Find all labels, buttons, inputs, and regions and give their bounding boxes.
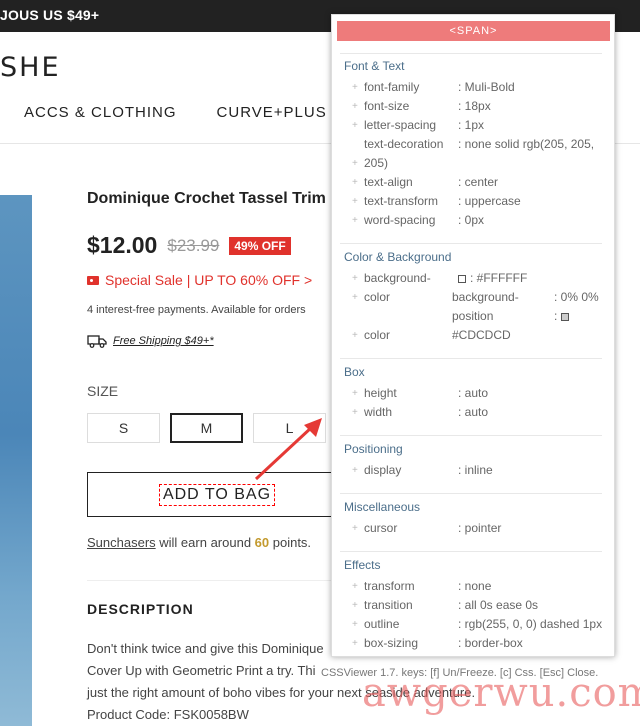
cssviewer-row: + word-spacing: 0px bbox=[352, 213, 485, 227]
cssviewer-divider bbox=[340, 551, 602, 552]
points-text-after: points. bbox=[269, 535, 312, 550]
cssviewer-divider bbox=[340, 358, 602, 359]
cssviewer-row: + font-family: Muli-Bold bbox=[352, 80, 515, 94]
main-nav: ACCS & CLOTHING CURVE+PLUS bbox=[24, 104, 327, 121]
cssviewer-header: <SPAN> bbox=[337, 21, 610, 41]
points-info: Sunchasers will earn around 60 points. bbox=[87, 535, 311, 550]
cssviewer-section-title: Box bbox=[344, 365, 365, 379]
product-image[interactable] bbox=[0, 195, 32, 726]
cssviewer-section-title: Effects bbox=[344, 558, 381, 572]
cssviewer-row: + width: auto bbox=[352, 405, 489, 419]
price-row: $12.00 $23.99 49% OFF bbox=[87, 232, 291, 259]
sunchasers-link[interactable]: Sunchasers bbox=[87, 535, 156, 550]
section-divider bbox=[87, 580, 347, 581]
nav-item-accs-clothing[interactable]: ACCS & CLOTHING bbox=[24, 104, 177, 121]
watermark: awgerwu.com bbox=[362, 670, 640, 716]
free-shipping-text: Free Shipping $49+* bbox=[113, 335, 214, 347]
free-shipping-link[interactable]: Free Shipping $49+* bbox=[87, 334, 214, 348]
color-swatch-gray bbox=[560, 312, 569, 321]
price-original: $23.99 bbox=[167, 235, 220, 255]
cssviewer-row: + color #CDCDCD bbox=[352, 328, 511, 342]
points-value: 60 bbox=[254, 535, 270, 550]
cssviewer-row: + transform: none bbox=[352, 579, 492, 593]
cssviewer-section-misc: Miscellaneous + cursor: pointer bbox=[344, 500, 604, 538]
cssviewer-row: + transition: all 0s ease 0s bbox=[352, 598, 539, 612]
cssviewer-divider bbox=[340, 53, 602, 54]
cssviewer-section-title: Positioning bbox=[344, 442, 403, 456]
price-current: $12.00 bbox=[87, 232, 158, 258]
cssviewer-row: + letter-spacing: 1px bbox=[352, 118, 485, 132]
special-sale-link[interactable]: Special Sale | UP TO 60% OFF > bbox=[87, 272, 312, 288]
cssviewer-divider bbox=[340, 435, 602, 436]
cssviewer-section-title: Miscellaneous bbox=[344, 500, 421, 514]
tag-icon bbox=[87, 275, 99, 285]
cssviewer-row: + height: auto bbox=[352, 386, 489, 400]
cssviewer-section-color: Color & Background + background-: #FFFFFF… bbox=[344, 250, 604, 345]
cssviewer-section-effects: Effects + transform: none + transition: al… bbox=[344, 558, 604, 653]
description-heading[interactable]: DESCRIPTION bbox=[87, 601, 194, 617]
color-swatch-white bbox=[458, 274, 466, 283]
truck-icon bbox=[87, 335, 107, 348]
cssviewer-section-title: Font & Text bbox=[344, 59, 405, 73]
cssviewer-panel[interactable]: <SPAN> Font & Text + font-family: Muli-Bo… bbox=[331, 14, 615, 657]
cssviewer-row: + text-transform: uppercase bbox=[352, 194, 521, 208]
cssviewer-section-positioning: Positioning + display: inline bbox=[344, 442, 604, 480]
nav-item-curve-plus[interactable]: CURVE+PLUS bbox=[217, 104, 327, 121]
discount-badge: 49% OFF bbox=[229, 236, 291, 255]
cssviewer-divider bbox=[340, 493, 602, 494]
cssviewer-row: + cursor: pointer bbox=[352, 521, 502, 535]
cssviewer-row: + box-sizing: border-box bbox=[352, 636, 523, 650]
cssviewer-row: position: bbox=[344, 307, 604, 326]
cssviewer-row: +205) bbox=[352, 156, 389, 170]
special-sale-text: Special Sale | UP TO 60% OFF > bbox=[105, 272, 313, 288]
cssviewer-row: + font-size: 18px bbox=[352, 99, 491, 113]
add-to-bag-label: ADD TO BAG bbox=[158, 483, 276, 506]
site-logo[interactable]: SHE bbox=[0, 52, 61, 83]
points-text-before: will earn around bbox=[155, 535, 255, 550]
size-option-m[interactable]: M bbox=[170, 413, 243, 443]
cssviewer-row: + background-: #FFFFFF bbox=[352, 271, 528, 285]
size-option-s[interactable]: S bbox=[87, 413, 160, 443]
size-label: SIZE bbox=[87, 383, 119, 399]
cssviewer-row: + display: inline bbox=[352, 463, 493, 477]
cssviewer-row: text-decoration: none solid rgb(205, 205… bbox=[364, 137, 595, 151]
cssviewer-section-title: Color & Background bbox=[344, 250, 452, 264]
installments-text: 4 interest-free payments. Available for … bbox=[87, 304, 306, 316]
cssviewer-section-box: Box + height: auto + width: auto bbox=[344, 365, 604, 422]
annotation-arrow bbox=[254, 418, 322, 481]
cssviewer-row: + color background-: 0% 0% bbox=[352, 290, 599, 304]
cssviewer-divider bbox=[340, 243, 602, 244]
cssviewer-row: + outline: rgb(255, 0, 0) dashed 1px bbox=[352, 617, 603, 631]
cssviewer-section-font: Font & Text + font-family: Muli-Bold + fon… bbox=[344, 59, 604, 230]
product-title: Dominique Crochet Tassel Trim bbox=[87, 190, 326, 207]
promo-banner-text: JOUS US $49+ bbox=[0, 7, 100, 23]
cssviewer-row: + text-align: center bbox=[352, 175, 499, 189]
